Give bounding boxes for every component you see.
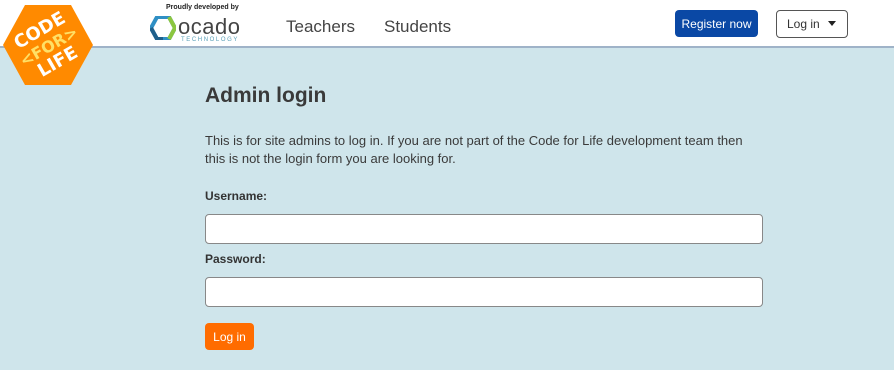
admin-login-section: Admin login This is for site admins to l…	[205, 84, 765, 350]
username-label: Username:	[205, 189, 268, 203]
nav-teachers-link[interactable]: Teachers	[286, 17, 355, 37]
password-input[interactable]	[205, 277, 763, 307]
ocado-technology-logo: Proudly developed by ocado TECHNOLOGY	[148, 4, 260, 45]
username-input[interactable]	[205, 214, 763, 244]
nav-students-link[interactable]: Students	[384, 17, 451, 37]
login-dropdown-label: Log in	[787, 17, 820, 31]
page-title: Admin login	[205, 84, 327, 107]
top-navbar: Proudly developed by ocado TECHNOLOGY Te…	[0, 0, 894, 48]
caret-down-icon	[828, 21, 836, 26]
login-dropdown-button[interactable]: Log in	[776, 10, 848, 38]
ocado-hexagon-icon	[148, 15, 178, 45]
intro-text: This is for site admins to log in. If yo…	[205, 133, 743, 166]
password-label: Password:	[205, 252, 266, 266]
ocado-brand-sub: TECHNOLOGY	[181, 37, 240, 43]
developer-tagline: Proudly developed by	[166, 4, 239, 11]
login-submit-button[interactable]: Log in	[205, 323, 254, 350]
register-now-button[interactable]: Register now	[675, 10, 758, 37]
code-for-life-logo[interactable]: CODE <FOR> LIFE	[2, 4, 94, 86]
